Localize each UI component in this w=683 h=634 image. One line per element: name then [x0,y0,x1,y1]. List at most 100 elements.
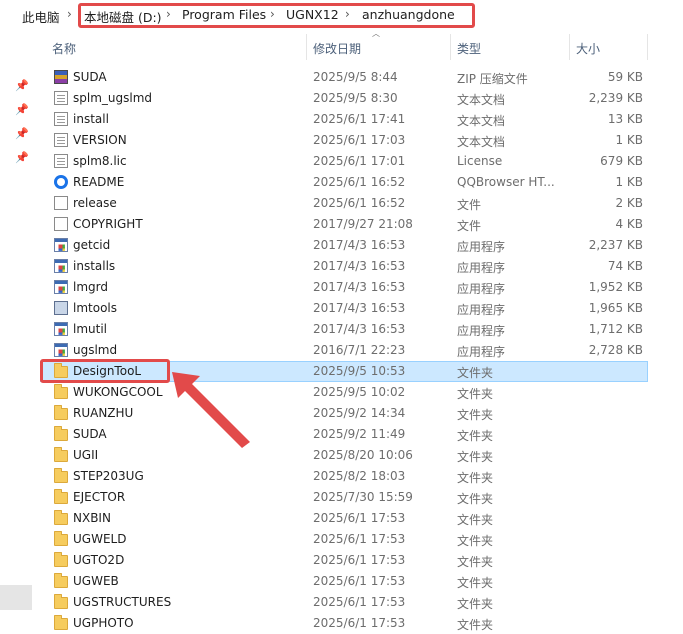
file-date: 2025/6/1 17:53 [313,532,406,546]
file-type: ZIP 压缩文件 [457,72,528,86]
folder-icon [54,594,68,609]
column-header-name[interactable]: 名称 [52,40,76,57]
file-type: 应用程序 [457,345,506,359]
file-row[interactable]: lmgrd 2017/4/3 16:53 应用程序 1,952 KB [40,277,648,298]
file-size: 4 KB [615,217,643,231]
column-divider[interactable] [569,34,570,60]
application-icon [54,280,68,294]
chevron-right-icon[interactable]: › [67,7,72,21]
file-type: 文件夹 [457,576,494,590]
pin-icon[interactable]: 📌 [15,80,29,92]
file-date: 2017/4/3 16:53 [313,238,406,252]
folder-row[interactable]: STEP203UG 2025/8/2 18:03 文件夹 [40,466,648,487]
file-date: 2025/6/1 17:01 [313,154,406,168]
text-file-icon [54,154,68,168]
column-header-size[interactable]: 大小 [576,40,600,57]
folder-row[interactable]: RUANZHU 2025/9/2 14:34 文件夹 [40,403,648,424]
file-type: 文件夹 [457,492,494,506]
column-header-type[interactable]: 类型 [457,40,481,57]
column-header-date[interactable]: 修改日期 [313,40,361,57]
pin-icon[interactable]: 📌 [15,104,29,116]
folder-row[interactable]: WUKONGCOOL 2025/9/5 10:02 文件夹 [40,382,648,403]
pin-icon[interactable]: 📌 [15,128,29,140]
file-type: 文件夹 [457,450,494,464]
file-row[interactable]: installs 2017/4/3 16:53 应用程序 74 KB [40,256,648,277]
file-type: 应用程序 [457,240,506,254]
file-name: COPYRIGHT [73,217,143,231]
navigation-pane[interactable]: 📌 📌 📌 📌 [0,32,36,627]
file-date: 2017/4/3 16:53 [313,259,406,273]
file-row[interactable]: COPYRIGHT 2017/9/27 21:08 文件 4 KB [40,214,648,235]
file-row[interactable]: install 2025/6/1 17:41 文本文档 13 KB [40,109,648,130]
nav-selected-item[interactable] [0,585,32,610]
folder-icon [54,405,68,420]
file-type: 文本文档 [457,114,506,128]
tool-app-icon [54,301,68,315]
breadcrumb-this-pc[interactable]: 此电脑 [22,7,60,26]
folder-row[interactable]: UGPHOTO 2025/6/1 17:53 文件夹 [40,613,648,634]
file-row[interactable]: README 2025/6/1 16:52 QQBrowser HT... 1 KB [40,172,648,193]
file-name: RUANZHU [73,406,134,420]
file-name: SUDA [73,427,107,441]
folder-row[interactable]: EJECTOR 2025/7/30 15:59 文件夹 [40,487,648,508]
column-divider[interactable] [647,34,648,60]
file-date: 2025/7/30 15:59 [313,490,413,504]
pin-icon[interactable]: 📌 [15,152,29,164]
file-row[interactable]: lmtools 2017/4/3 16:53 应用程序 1,965 KB [40,298,648,319]
file-date: 2025/9/5 8:44 [313,70,398,84]
column-header: 名称 修改日期 类型 大小 [36,34,648,60]
column-divider[interactable] [450,34,451,60]
file-row[interactable]: lmutil 2017/4/3 16:53 应用程序 1,712 KB [40,319,648,340]
file-name: getcid [73,238,111,252]
file-date: 2025/9/2 11:49 [313,427,406,441]
file-date: 2025/9/2 14:34 [313,406,406,420]
folder-row[interactable]: SUDA 2025/9/2 11:49 文件夹 [40,424,648,445]
file-date: 2025/9/5 8:30 [313,91,398,105]
file-type: 文件夹 [457,471,494,485]
address-bar[interactable]: 此电脑 › 本地磁盘 (D:) › Program Files › UGNX12… [0,0,683,32]
folder-row[interactable]: UGSTRUCTURES 2025/6/1 17:53 文件夹 [40,592,648,613]
file-name: lmgrd [73,280,108,294]
folder-row[interactable]: UGTO2D 2025/6/1 17:53 文件夹 [40,550,648,571]
file-size: 13 KB [607,112,643,126]
folder-row[interactable]: UGWEB 2025/6/1 17:53 文件夹 [40,571,648,592]
folder-row[interactable]: NXBIN 2025/6/1 17:53 文件夹 [40,508,648,529]
folder-row[interactable]: UGWELD 2025/6/1 17:53 文件夹 [40,529,648,550]
file-name: VERSION [73,133,127,147]
file-size: 2,728 KB [588,343,643,357]
file-name: UGPHOTO [73,616,134,630]
sort-ascending-icon: ︿ [372,29,380,38]
file-name: installs [73,259,116,273]
file-size: 2,237 KB [588,238,643,252]
file-type: 文本文档 [457,93,506,107]
file-row[interactable]: splm_ugslmd 2025/9/5 8:30 文本文档 2,239 KB [40,88,648,109]
file-size: 1,952 KB [588,280,643,294]
text-file-icon [54,112,68,126]
file-date: 2025/9/5 10:53 [313,364,406,378]
file-name: SUDA [73,70,107,84]
file-name: STEP203UG [73,469,144,483]
folder-row[interactable]: UGII 2025/8/20 10:06 文件夹 [40,445,648,466]
zip-icon [54,70,68,84]
file-row[interactable]: VERSION 2025/6/1 17:03 文本文档 1 KB [40,130,648,151]
folder-icon [54,426,68,441]
application-icon [54,238,68,252]
file-name: WUKONGCOOL [73,385,163,399]
text-file-icon [54,91,68,105]
file-row[interactable]: getcid 2017/4/3 16:53 应用程序 2,237 KB [40,235,648,256]
file-name: UGII [73,448,99,462]
column-divider[interactable] [306,34,307,60]
file-date: 2025/6/1 17:03 [313,133,406,147]
file-type: 应用程序 [457,324,506,338]
file-row[interactable]: release 2025/6/1 16:52 文件 2 KB [40,193,648,214]
file-row[interactable]: SUDA 2025/9/5 8:44 ZIP 压缩文件 59 KB [40,67,648,88]
file-row[interactable]: ugslmd 2016/7/1 22:23 应用程序 2,728 KB [40,340,648,361]
file-row[interactable]: splm8.lic 2025/6/1 17:01 License 679 KB [40,151,648,172]
file-date: 2017/4/3 16:53 [313,301,406,315]
file-date: 2017/4/3 16:53 [313,322,406,336]
file-date: 2025/8/2 18:03 [313,469,406,483]
folder-icon [54,384,68,399]
file-type: 文件夹 [457,408,494,422]
folder-icon [54,447,68,462]
pointer-arrow-icon [172,372,250,448]
